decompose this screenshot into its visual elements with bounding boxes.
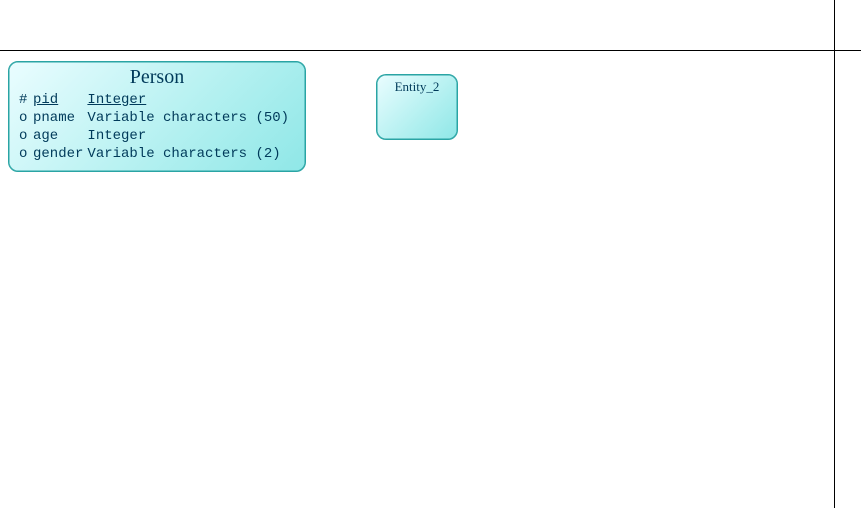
entity-person-title: Person (19, 66, 295, 89)
attribute-row[interactable]: # pid Integer (19, 91, 293, 109)
frame-border-right (834, 0, 835, 508)
entity-entity2-title: Entity_2 (383, 79, 451, 95)
attribute-row[interactable]: o gender Variable characters (2) (19, 145, 293, 163)
attribute-row[interactable]: o age Integer (19, 127, 293, 145)
diagram-canvas[interactable]: Person # pid Integer o pname Variable ch… (0, 50, 834, 508)
entity-person-attributes: # pid Integer o pname Variable character… (19, 91, 293, 163)
attr-type: Variable characters (2) (87, 145, 293, 163)
attr-marker: o (19, 109, 33, 127)
attr-name: age (33, 127, 87, 145)
attr-type: Integer (87, 127, 293, 145)
entity-person[interactable]: Person # pid Integer o pname Variable ch… (8, 61, 306, 172)
attr-marker: o (19, 127, 33, 145)
attr-name: gender (33, 145, 87, 163)
attr-type: Integer (87, 91, 293, 109)
entity-entity2[interactable]: Entity_2 (376, 74, 458, 140)
attr-marker: o (19, 145, 33, 163)
attr-name: pname (33, 109, 87, 127)
attr-marker: # (19, 91, 33, 109)
attr-name: pid (33, 91, 87, 109)
attr-type: Variable characters (50) (87, 109, 293, 127)
attribute-row[interactable]: o pname Variable characters (50) (19, 109, 293, 127)
